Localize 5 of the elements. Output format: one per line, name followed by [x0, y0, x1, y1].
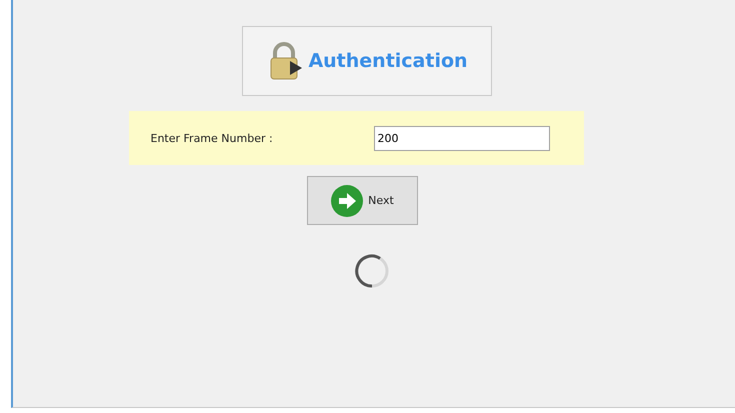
- field-label: Enter Frame Number :: [150, 132, 274, 144]
- spinner-icon: [354, 253, 390, 289]
- next-button[interactable]: Next: [306, 176, 418, 225]
- header-title: Authentication: [308, 50, 468, 72]
- input-field[interactable]: 200: [374, 126, 550, 150]
